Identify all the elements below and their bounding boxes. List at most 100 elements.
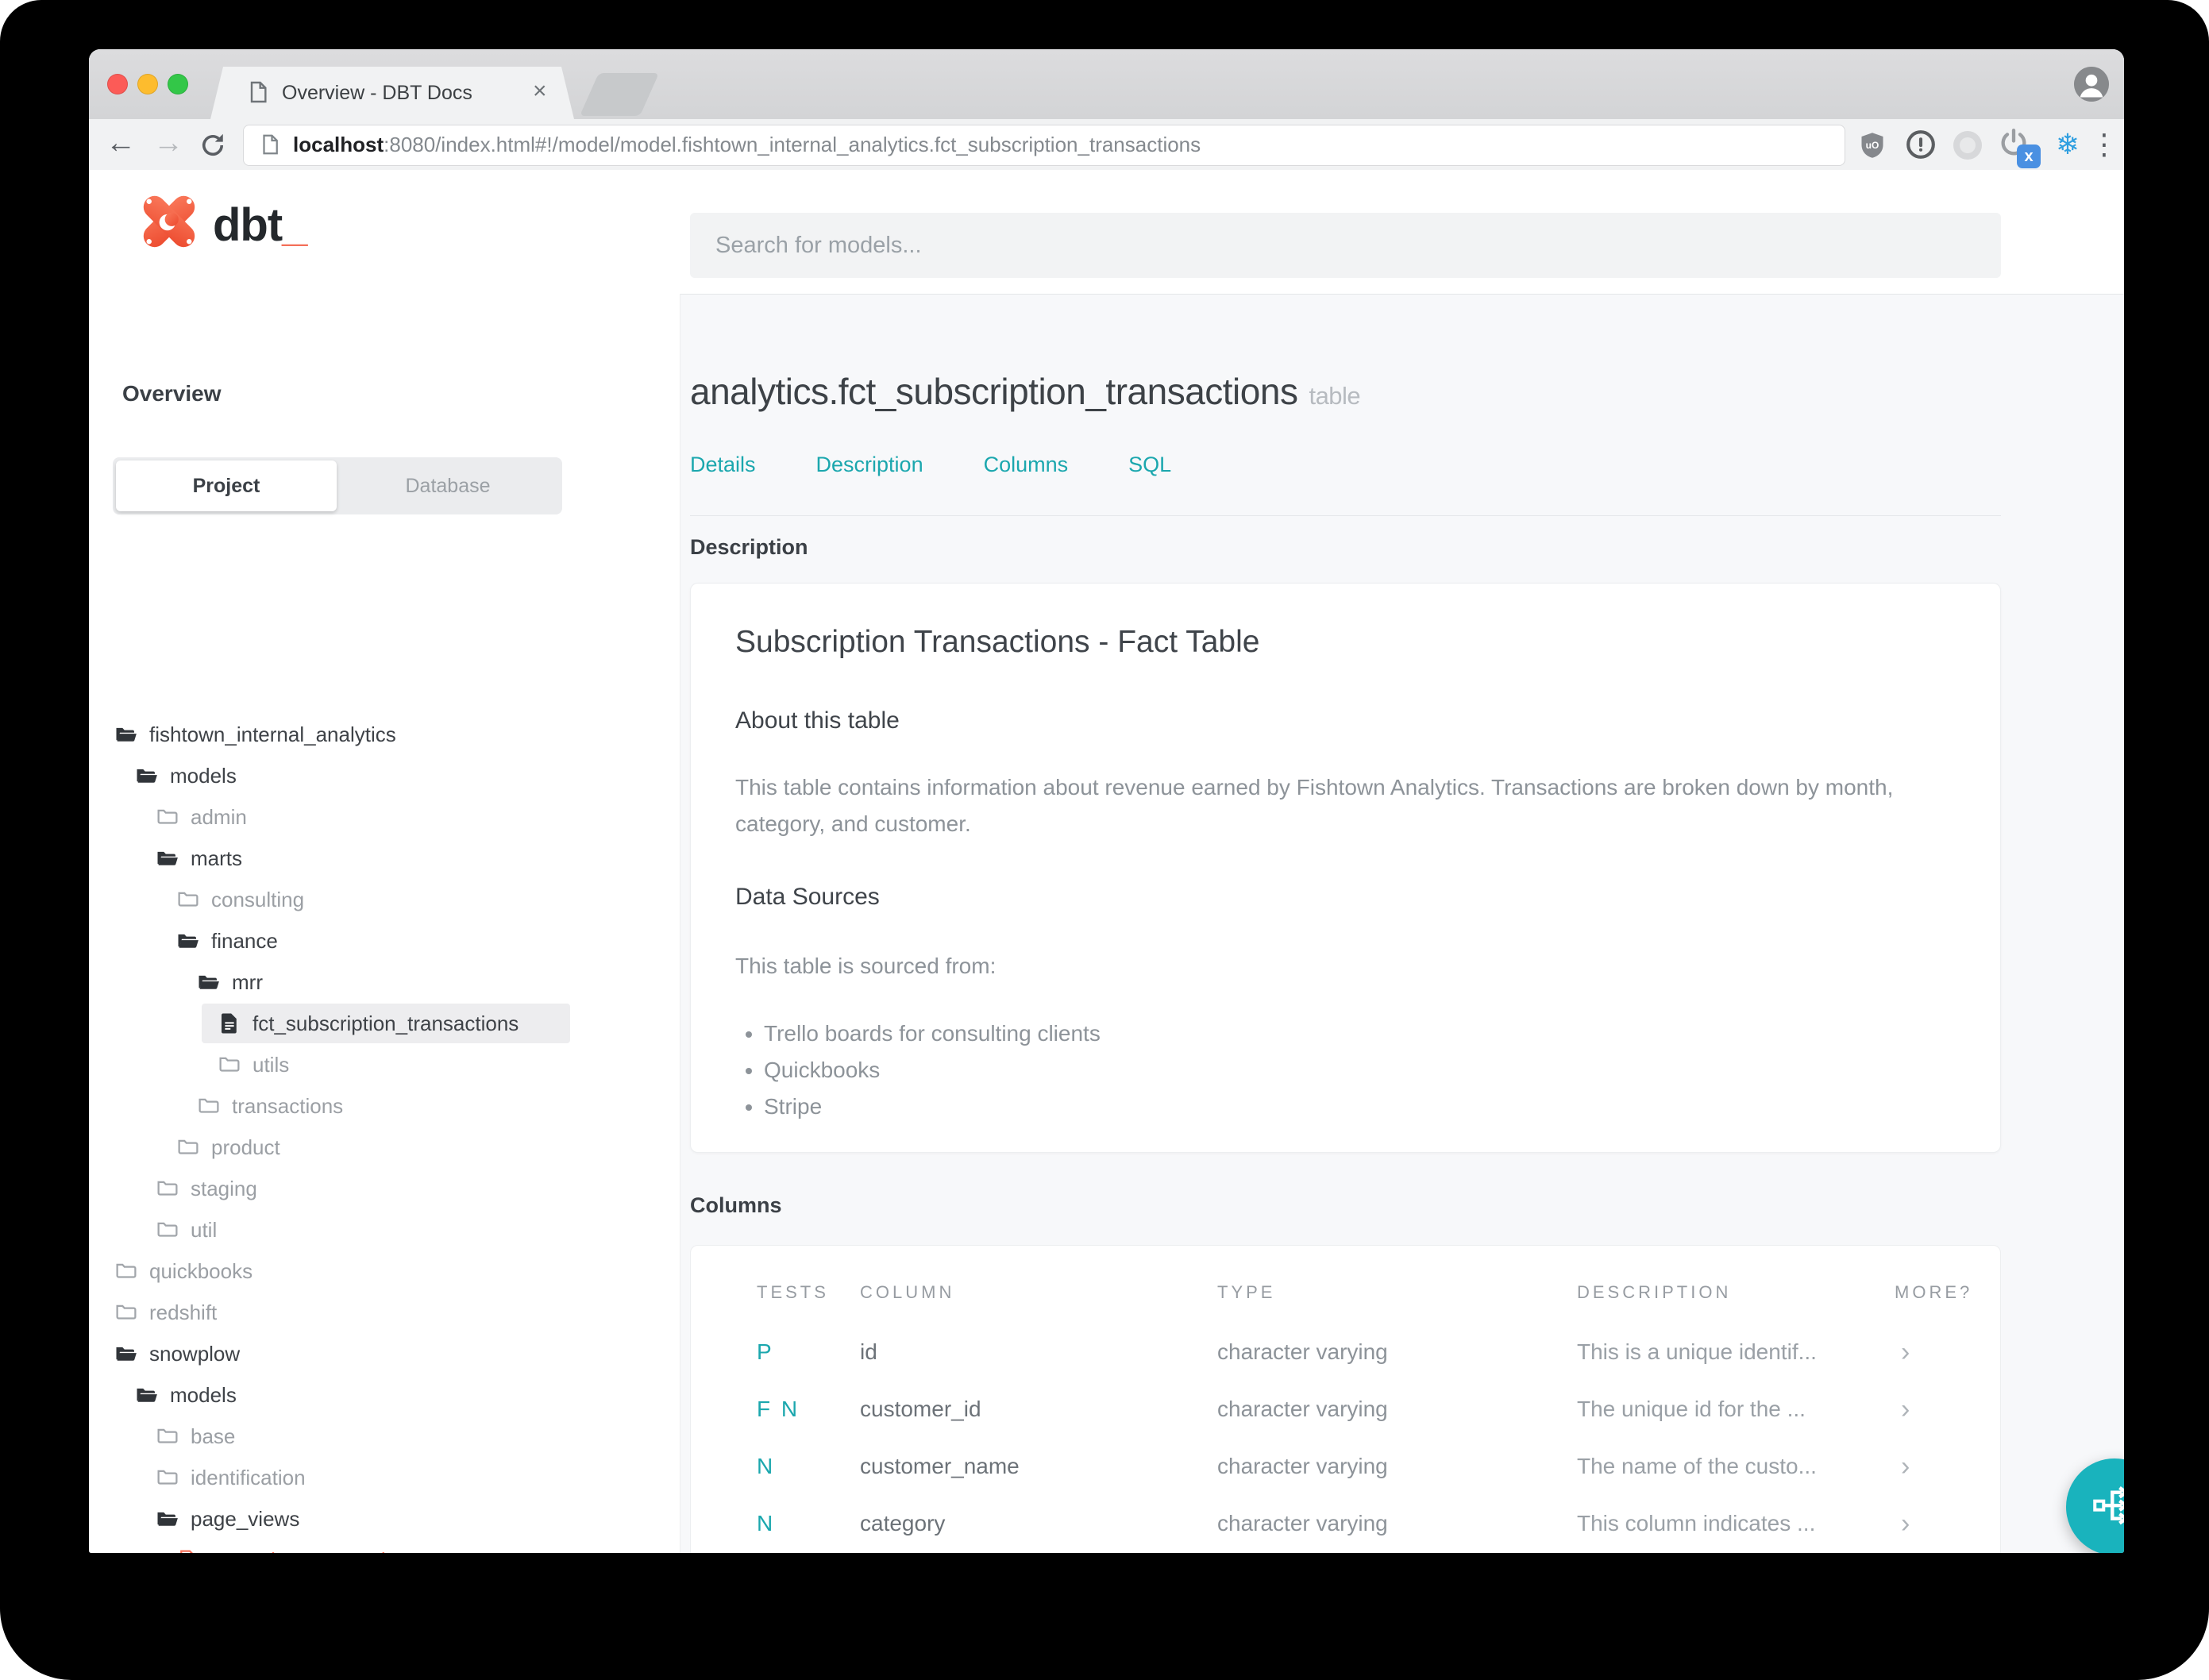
chevron-right-icon[interactable]: › <box>1895 1552 2000 1553</box>
folder-icon <box>114 1259 138 1283</box>
table-row-customer_id[interactable]: F N customer_id character varying The uniqu… <box>691 1381 2000 1438</box>
tree-item-fct_subscription_transactions[interactable]: fct_subscription_transactions <box>89 1003 680 1044</box>
tree-item-label: models <box>170 764 237 788</box>
main-content: analytics.fct_subscription_transactions t… <box>680 294 2124 1553</box>
tree-item-base[interactable]: base <box>89 1416 680 1457</box>
type-cell: character varying <box>1217 1339 1388 1364</box>
tree-item-utils[interactable]: utils <box>89 1044 680 1085</box>
description-cell: The unique id for the ... <box>1577 1397 1806 1421</box>
dbt-logo-wordmark[interactable]: dbt_ <box>213 170 307 281</box>
url-path: :8080/index.html#!/model/model.fishtown_… <box>384 133 1201 156</box>
tree-item-label: snowplow <box>149 1342 241 1366</box>
onepassword-extension-icon[interactable] <box>1906 129 1936 160</box>
file-icon <box>176 1548 200 1553</box>
browser-menu-icon[interactable]: ⋮ <box>2087 119 2122 170</box>
tab-columns[interactable]: Columns <box>984 453 1069 477</box>
type-cell: date <box>1217 1552 1577 1553</box>
dbt-logo-icon[interactable] <box>135 187 203 256</box>
column-cell: date_month <box>860 1552 1217 1553</box>
folder-icon <box>156 805 179 829</box>
tree-item-label: util <box>191 1218 218 1242</box>
tree-item-page_views[interactable]: page_views <box>89 1498 680 1539</box>
ublock-extension-icon[interactable]: uO <box>1858 130 1887 160</box>
tree-item-staging[interactable]: staging <box>89 1168 680 1209</box>
app-header: dbt_ <box>89 170 2124 295</box>
tab-close-icon[interactable]: × <box>533 67 547 119</box>
sidebar: Overview Project Database fishtown_inter… <box>89 294 680 1553</box>
tree-item-consulting[interactable]: consulting <box>89 879 680 920</box>
close-button[interactable] <box>107 74 128 94</box>
folder-icon <box>114 1300 138 1324</box>
description-cell: This column indicates ... <box>1577 1552 1895 1553</box>
tree-item-product[interactable]: product <box>89 1127 680 1168</box>
tree-item-label: fct_subscription_transactions <box>253 1011 519 1035</box>
tree-item-quickbooks[interactable]: quickbooks <box>89 1250 680 1292</box>
tab-favicon-icon <box>245 79 271 105</box>
reload-button[interactable] <box>199 131 227 160</box>
profile-avatar[interactable] <box>2074 67 2109 102</box>
tree-item-util[interactable]: util <box>89 1209 680 1250</box>
columns-section-label: Columns <box>690 1193 782 1217</box>
browser-tab[interactable]: Overview - DBT Docs × <box>210 67 574 119</box>
browser-window: Overview - DBT Docs × ← → localhost:8080… <box>89 49 2124 1553</box>
folder-icon <box>176 1135 200 1159</box>
tree-item-label: snowplow_page_views <box>211 1539 422 1553</box>
browser-toolbar: ← → localhost:8080/index.html#!/model/mo… <box>89 119 2124 171</box>
zoom-button[interactable] <box>168 74 188 94</box>
back-button[interactable]: ← <box>102 119 140 170</box>
tree-item-label: redshift <box>149 1300 218 1324</box>
snowflake-extension-icon[interactable]: ❄ <box>2047 119 2088 170</box>
table-row-date_month[interactable]: Ndate_monthdateThis column indicates ...… <box>691 1552 2000 1553</box>
file-icon <box>218 1011 241 1035</box>
forward-button[interactable]: → <box>149 119 187 170</box>
tab-description[interactable]: Description <box>816 453 923 477</box>
disabled-extension-icon[interactable] <box>1953 131 1982 160</box>
tree-item-snowplow_page_views[interactable]: snowplow_page_views <box>89 1539 680 1553</box>
table-row-id[interactable]: Pid character varying This is a unique ide… <box>691 1324 2000 1381</box>
search-input[interactable] <box>690 213 2001 278</box>
tree-item-transactions[interactable]: transactions <box>89 1085 680 1127</box>
chevron-right-icon[interactable]: › <box>1895 1381 2000 1438</box>
tree-item-snowplow[interactable]: snowplow <box>89 1333 680 1374</box>
tree-item-marts[interactable]: marts <box>89 838 680 879</box>
chevron-right-icon[interactable]: › <box>1895 1324 2000 1381</box>
model-search-bar[interactable] <box>690 213 2001 278</box>
tree-item-label: transactions <box>232 1094 344 1118</box>
tree-item-redshift[interactable]: redshift <box>89 1292 680 1333</box>
tree-item-mrr[interactable]: mrr <box>89 961 680 1003</box>
tests-cell: N <box>757 1511 776 1536</box>
chevron-right-icon[interactable]: › <box>1895 1438 2000 1495</box>
folder-icon <box>156 1218 179 1242</box>
tree-item-identification[interactable]: identification <box>89 1457 680 1498</box>
source-list-item: Quickbooks <box>764 1052 1101 1089</box>
tree-item-admin[interactable]: admin <box>89 796 680 838</box>
svg-text:uO: uO <box>1866 140 1879 151</box>
table-row-customer_name[interactable]: Ncustomer_name character varying The name … <box>691 1438 2000 1495</box>
description-card: Subscription Transactions - Fact Table A… <box>690 583 2001 1153</box>
tree-item-models[interactable]: models <box>89 1374 680 1416</box>
tests-cell: N <box>757 1552 860 1553</box>
new-tab-button[interactable] <box>579 73 660 116</box>
tab-details[interactable]: Details <box>690 453 756 477</box>
description-cell: This column indicates ... <box>1577 1511 1816 1536</box>
tree-item-label: fishtown_internal_analytics <box>149 722 396 746</box>
source-list-item: Stripe <box>764 1089 1101 1125</box>
page-icon <box>258 133 282 156</box>
url-host: localhost <box>293 133 384 156</box>
table-row-category[interactable]: Ncategory character varying This column in… <box>691 1495 2000 1552</box>
tree-item-finance[interactable]: finance <box>89 920 680 961</box>
tree-item-fishtown_internal_analytics[interactable]: fishtown_internal_analytics <box>89 714 680 755</box>
column-cell: customer_name <box>860 1454 1020 1478</box>
tree-item-label: utils <box>253 1053 290 1077</box>
url-bar[interactable]: localhost:8080/index.html#!/model/model.… <box>243 125 1845 166</box>
folder-icon <box>218 1053 241 1077</box>
description-section-label: Description <box>690 535 808 559</box>
folder-open-icon <box>156 846 179 870</box>
tree-item-models[interactable]: models <box>89 755 680 796</box>
tab-sql[interactable]: SQL <box>1128 453 1171 477</box>
minimize-button[interactable] <box>137 74 158 94</box>
doc-sources-heading: Data Sources <box>735 884 880 910</box>
power-extension-icon[interactable]: x <box>1998 127 2041 168</box>
chevron-right-icon[interactable]: › <box>1895 1495 2000 1552</box>
folder-icon <box>156 1424 179 1448</box>
